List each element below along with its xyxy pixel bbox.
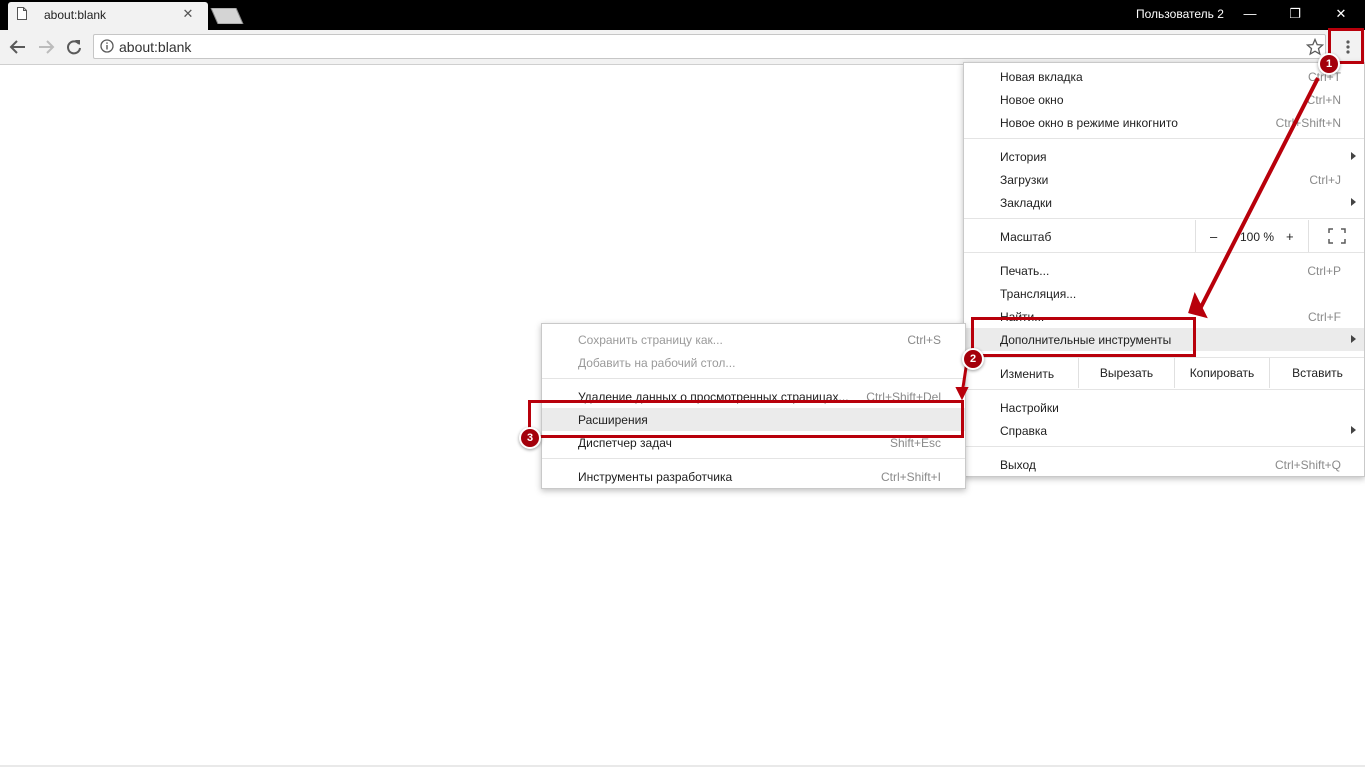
copy-label: Копировать [1189,366,1255,380]
menu-item-label: Закладки [1000,196,1052,210]
document-icon [17,7,27,20]
reload-icon[interactable] [61,35,87,59]
star-icon[interactable] [1306,38,1324,56]
menu-item-label: Печать... [1000,264,1050,278]
paste-button[interactable]: Вставить [1269,358,1365,388]
submenu-separator [542,458,965,459]
address-bar[interactable] [93,34,1326,59]
zoom-in-button[interactable]: + [1286,229,1294,244]
submenu-item-shortcut: Ctrl+Shift+I [880,470,941,484]
menu-item-settings[interactable]: Настройки [964,396,1364,419]
submenu-arrow-icon [1351,152,1356,160]
menu-item-exit[interactable]: Выход Ctrl+Shift+Q [964,453,1364,476]
paste-label: Вставить [1292,366,1343,380]
menu-item-shortcut: Ctrl+N [1306,93,1341,107]
menu-item-label: Выход [1000,458,1036,472]
menu-item-print[interactable]: Печать... Ctrl+P [964,259,1364,282]
menu-item-shortcut: Ctrl+Shift+N [1275,116,1341,130]
step-badge-3: 3 [519,427,541,449]
edit-label: Изменить [1000,367,1055,381]
zoom-label: Масштаб [1000,230,1052,244]
menu-item-label: Трансляция... [1000,287,1077,301]
menu-row-edit: Изменить Вырезать Копировать Вставить [964,358,1364,388]
menu-item-downloads[interactable]: Загрузки Ctrl+J [964,168,1364,191]
tab-close-icon[interactable]: ✕ [181,7,195,21]
chrome-main-menu: Новая вкладка Ctrl+T Новое окно Ctrl+N Н… [963,62,1365,477]
tab-title: about:blank [44,8,107,22]
submenu-item-shortcut: Ctrl+S [907,333,941,347]
menu-separator [964,218,1364,219]
menu-item-help[interactable]: Справка [964,419,1364,442]
submenu-arrow-icon [1351,335,1356,343]
menu-item-label: История [1000,150,1047,164]
maximize-icon[interactable]: ❐ [1272,0,1318,30]
menu-item-shortcut: Ctrl+P [1307,264,1341,278]
submenu-item-label: Инструменты разработчика [578,470,733,484]
cut-button[interactable]: Вырезать [1078,358,1174,388]
menu-row-zoom: Масштаб – 100 % + [964,220,1364,252]
submenu-arrow-icon [1351,426,1356,434]
menu-item-incognito[interactable]: Новое окно в режиме инкогнито Ctrl+Shift… [964,111,1364,134]
submenu-item-label: Сохранить страницу как... [578,333,723,347]
minimize-icon[interactable]: — [1227,0,1273,30]
url-text[interactable]: about:blank [119,39,191,55]
zoom-value: 100 % [1240,230,1275,244]
info-icon[interactable] [100,39,114,53]
menu-item-label: Новая вкладка [1000,70,1083,84]
menu-item-label: Загрузки [1000,173,1049,187]
submenu-item-label: Добавить на рабочий стол... [578,356,736,370]
step-badge-1: 1 [1318,53,1340,75]
menu-item-cast[interactable]: Трансляция... [964,282,1364,305]
zoom-out-button[interactable]: – [1210,229,1217,244]
highlight-extensions [528,400,964,438]
tab-about-blank[interactable] [8,2,208,30]
submenu-item-label: Диспетчер задач [578,436,672,450]
highlight-more-tools [971,317,1196,357]
submenu-item-dev-tools[interactable]: Инструменты разработчика Ctrl+Shift+I [542,465,965,488]
fullscreen-icon[interactable] [1328,228,1346,244]
forward-icon[interactable] [33,35,59,59]
menu-item-label: Справка [1000,424,1048,438]
maximize-glyph: ❐ [1289,6,1301,21]
submenu-separator [542,378,965,379]
menu-item-label: Настройки [1000,401,1059,415]
submenu-arrow-icon [1351,198,1356,206]
menu-item-shortcut: Ctrl+Shift+Q [1274,458,1341,472]
menu-item-new-window[interactable]: Новое окно Ctrl+N [964,88,1364,111]
menu-separator [964,138,1364,139]
back-icon[interactable] [5,35,31,59]
minimize-glyph: — [1243,6,1257,21]
menu-item-bookmarks[interactable]: Закладки [964,191,1364,214]
menu-separator [964,389,1364,390]
menu-separator [964,446,1364,447]
menu-item-shortcut: Ctrl+J [1309,173,1341,187]
menu-item-new-tab[interactable]: Новая вкладка Ctrl+T [964,65,1364,88]
menu-item-label: Новое окно [1000,93,1064,107]
menu-item-shortcut: Ctrl+F [1308,310,1341,324]
close-window-icon[interactable]: ✕ [1318,0,1364,30]
menu-item-history[interactable]: История [964,145,1364,168]
submenu-item-add-desktop[interactable]: Добавить на рабочий стол... [542,351,965,374]
menu-separator [964,252,1364,253]
copy-button[interactable]: Копировать [1174,358,1269,388]
cut-label: Вырезать [1099,366,1154,380]
submenu-item-save-page[interactable]: Сохранить страницу как... Ctrl+S [542,328,965,351]
profile-name[interactable]: Пользователь 2 [1136,7,1224,21]
submenu-item-shortcut: Shift+Esc [889,436,941,450]
close-glyph: ✕ [1335,6,1347,21]
step-badge-2: 2 [962,348,984,370]
new-tab-button[interactable] [210,8,244,24]
menu-item-label: Новое окно в режиме инкогнито [1000,116,1178,130]
